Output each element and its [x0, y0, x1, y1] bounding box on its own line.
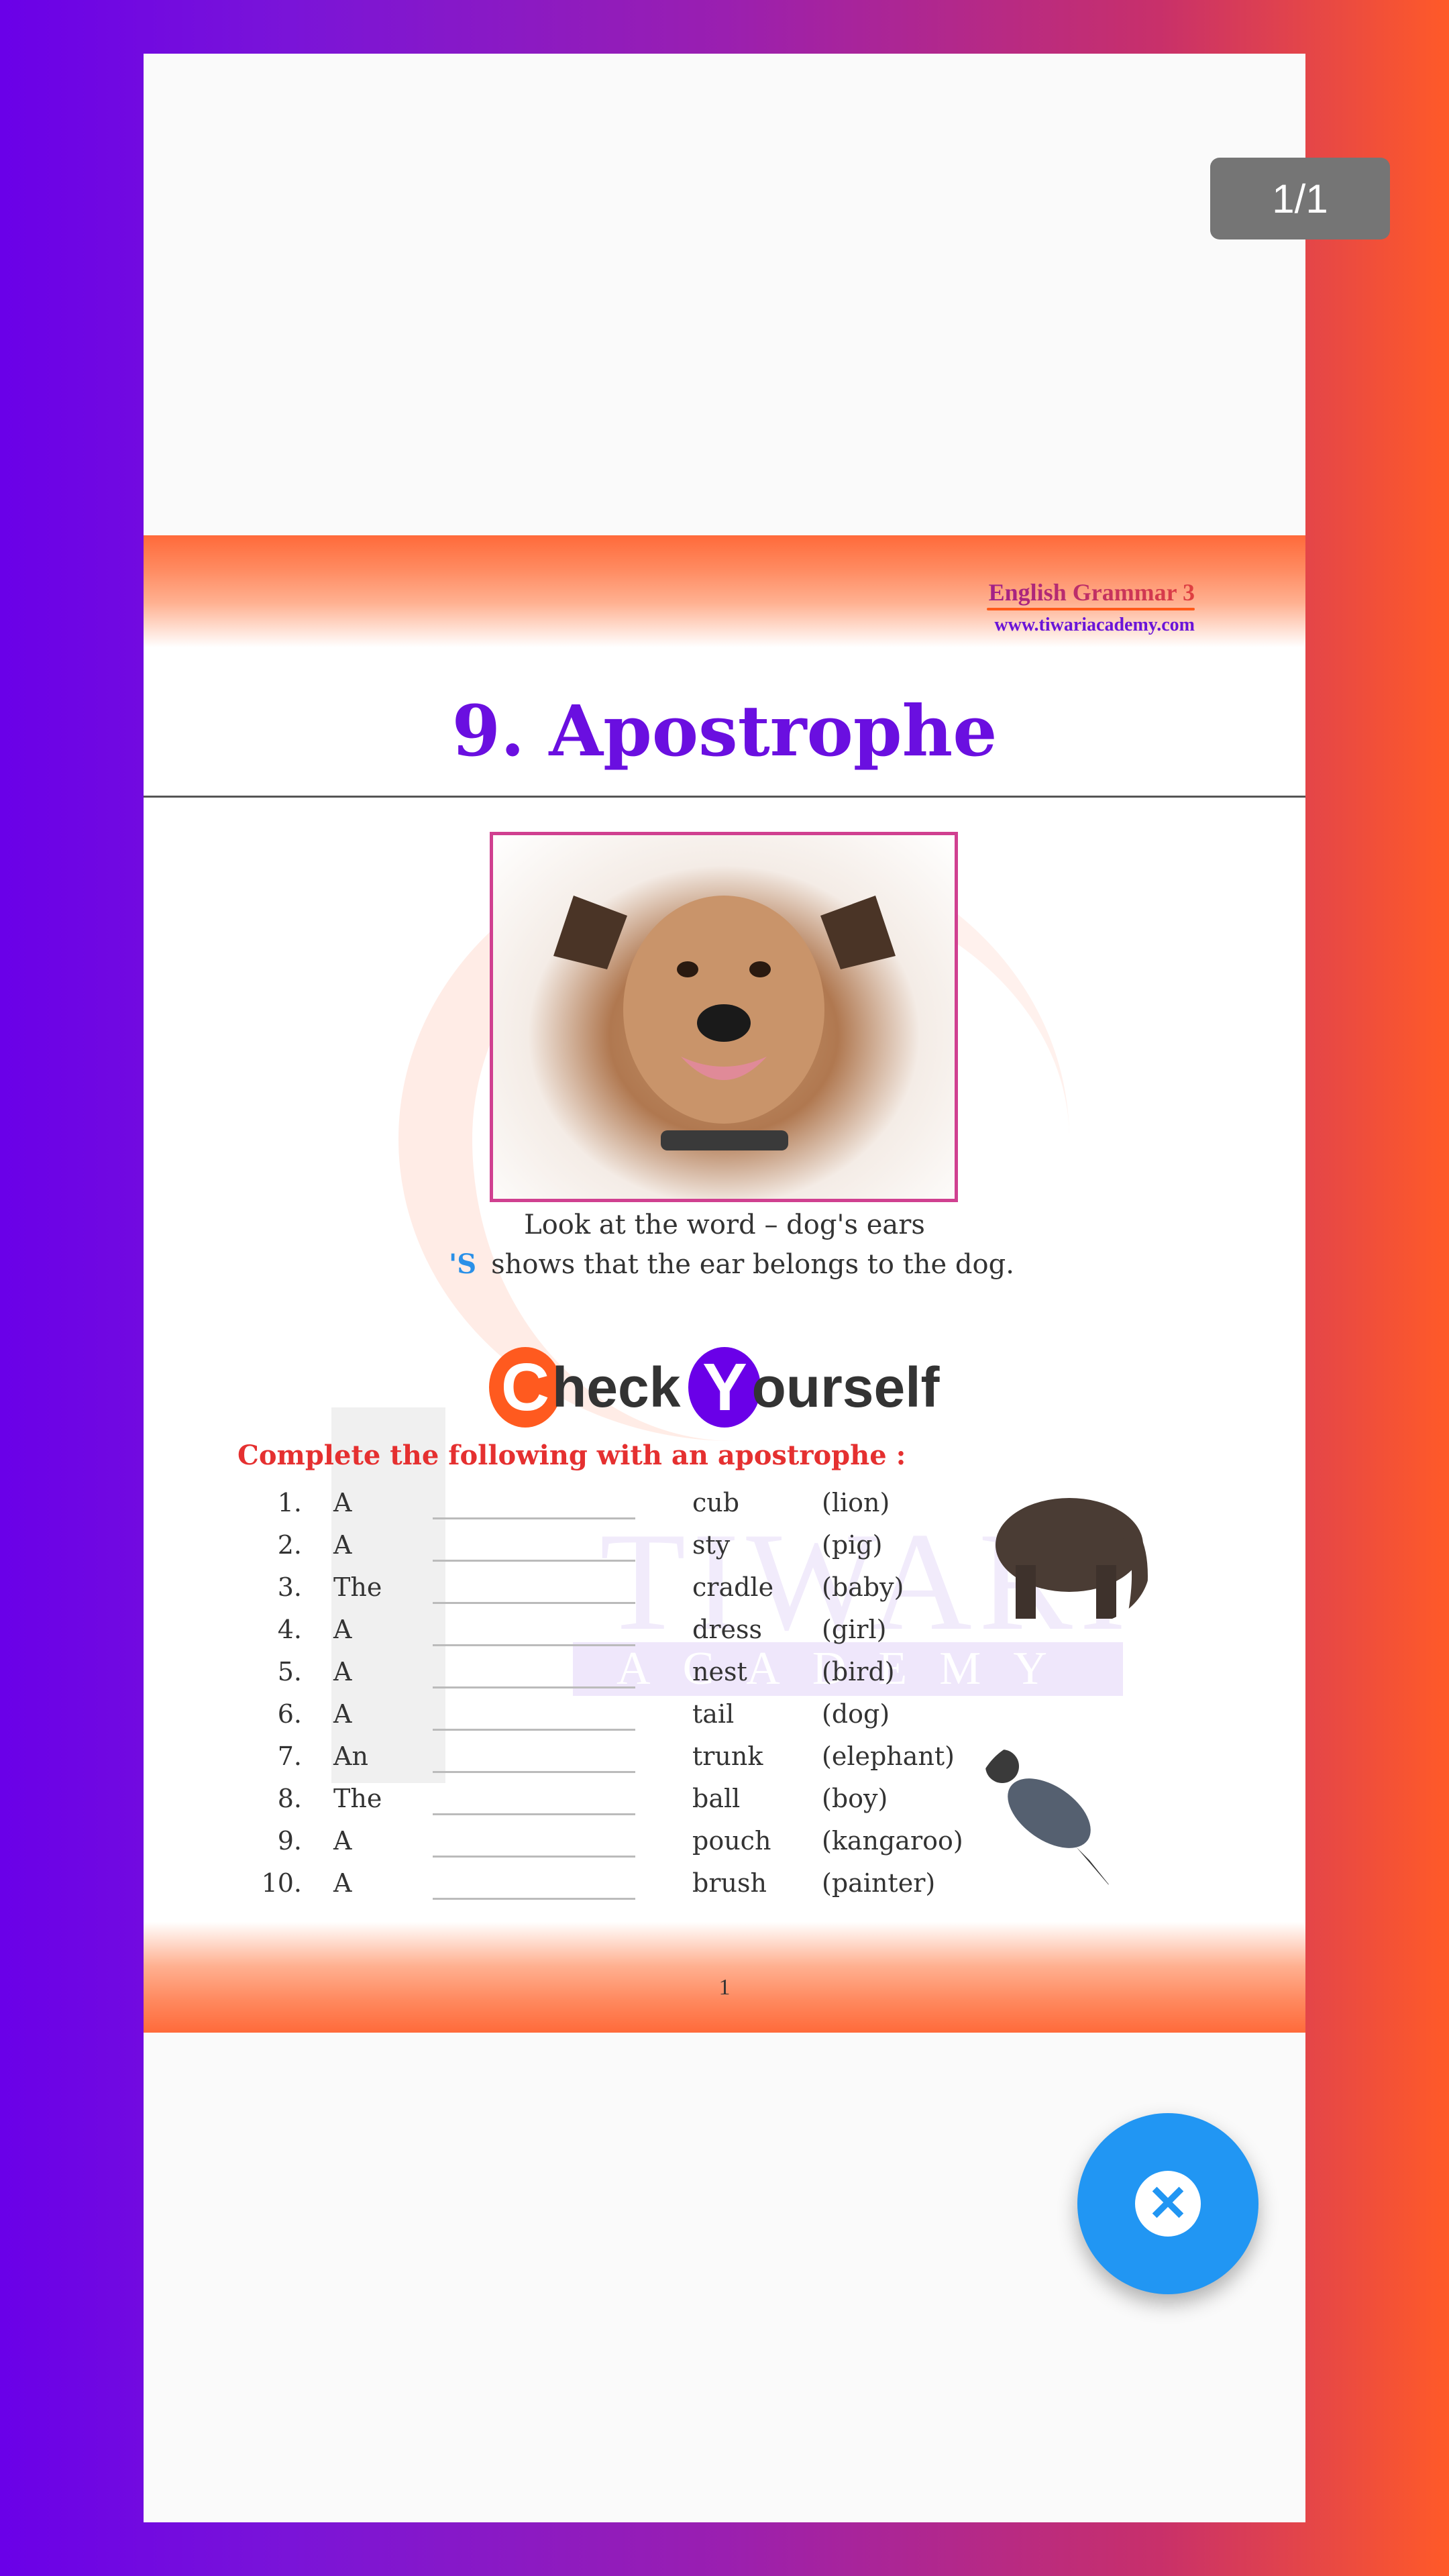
page-number: 1	[718, 1975, 731, 2000]
page-indicator: 1/1	[1210, 158, 1390, 239]
exercise-owner: (kangaroo)	[822, 1826, 963, 1856]
exercise-owner: (lion)	[822, 1488, 890, 1517]
exercise-noun: trunk	[692, 1741, 763, 1771]
exercise-number: 7.	[277, 1741, 302, 1771]
exercise-noun: pouch	[692, 1826, 771, 1856]
answer-blank[interactable]	[433, 1856, 635, 1858]
exercise-owner: (painter)	[822, 1868, 936, 1898]
answer-blank[interactable]	[433, 1898, 635, 1900]
answer-blank[interactable]	[433, 1644, 635, 1646]
exercise-noun: brush	[692, 1868, 767, 1898]
exercise-owner: (pig)	[822, 1530, 883, 1560]
exercise-number: 2.	[277, 1530, 302, 1560]
exercise-noun: ball	[692, 1784, 741, 1813]
answer-blank[interactable]	[433, 1813, 635, 1815]
exercise-article: A	[333, 1826, 352, 1856]
exercise-article: An	[333, 1741, 368, 1771]
chapter-title: 9. Apostrophe	[451, 690, 998, 772]
exercise-number: 6.	[277, 1699, 302, 1729]
exercise-noun: cub	[692, 1488, 740, 1517]
elephant-image	[996, 1498, 1148, 1619]
exercise-owner: (boy)	[822, 1784, 888, 1813]
c-circle: C	[489, 1347, 561, 1428]
check-yourself-heading: C heck Y ourself	[489, 1347, 940, 1428]
exercise-owner: (elephant)	[822, 1741, 955, 1771]
close-button[interactable]: ✕	[1077, 2113, 1258, 2294]
exercise-article: A	[333, 1488, 352, 1517]
header-underline	[987, 608, 1195, 610]
exercise-owner: (bird)	[822, 1657, 895, 1686]
exercise-article: The	[333, 1572, 382, 1602]
caption-line-1: Look at the word – dog's ears	[524, 1210, 925, 1240]
exercise-number: 5.	[277, 1657, 302, 1686]
exercise-owner: (baby)	[822, 1572, 904, 1602]
exercise-number: 3.	[277, 1572, 302, 1602]
exercise-number: 4.	[277, 1615, 302, 1644]
heck-text: heck	[552, 1355, 681, 1419]
answer-blank[interactable]	[433, 1729, 635, 1731]
answer-blank[interactable]	[433, 1517, 635, 1519]
book-title: English Grammar 3	[988, 579, 1195, 606]
answer-blank[interactable]	[433, 1560, 635, 1562]
exercise-noun: cradle	[692, 1572, 774, 1602]
exercise-noun: tail	[692, 1699, 735, 1729]
exercise-article: A	[333, 1657, 352, 1686]
instruction: Complete the following with an apostroph…	[237, 1440, 906, 1471]
exercise-number: 10.	[261, 1868, 302, 1898]
exercise-article: A	[333, 1868, 352, 1898]
y-circle: Y	[688, 1347, 761, 1428]
dog-image	[490, 832, 958, 1202]
exercise-noun: nest	[692, 1657, 747, 1686]
dog-illustration	[553, 896, 896, 1150]
exercise-article: The	[333, 1784, 382, 1813]
document-page: English Grammar 3 www.tiwariacademy.com …	[144, 535, 1305, 2033]
bird-image	[985, 1750, 1116, 1894]
website-link: www.tiwariacademy.com	[994, 614, 1195, 635]
exercise-noun: dress	[692, 1615, 762, 1644]
exercise-number: 8.	[277, 1784, 302, 1813]
exercise-article: A	[333, 1615, 352, 1644]
answer-blank[interactable]	[433, 1686, 635, 1688]
caption-text: shows that the ear belongs to the dog.	[491, 1249, 1014, 1280]
exercise-article: A	[333, 1530, 352, 1560]
exercise-owner: (girl)	[822, 1615, 887, 1644]
exercise-noun: sty	[692, 1530, 731, 1560]
close-icon: ✕	[1135, 2171, 1201, 2237]
title-divider	[144, 796, 1305, 798]
apostrophe-s-marker: 'S	[449, 1248, 477, 1280]
answer-blank[interactable]	[433, 1771, 635, 1773]
exercise-owner: (dog)	[822, 1699, 890, 1729]
exercise-article: A	[333, 1699, 352, 1729]
ourself-text: ourself	[751, 1355, 940, 1419]
exercise-number: 1.	[277, 1488, 302, 1517]
exercise-number: 9.	[277, 1826, 302, 1856]
caption-line-2: 'S shows that the ear belongs to the dog.	[449, 1248, 1014, 1280]
answer-blank[interactable]	[433, 1602, 635, 1604]
